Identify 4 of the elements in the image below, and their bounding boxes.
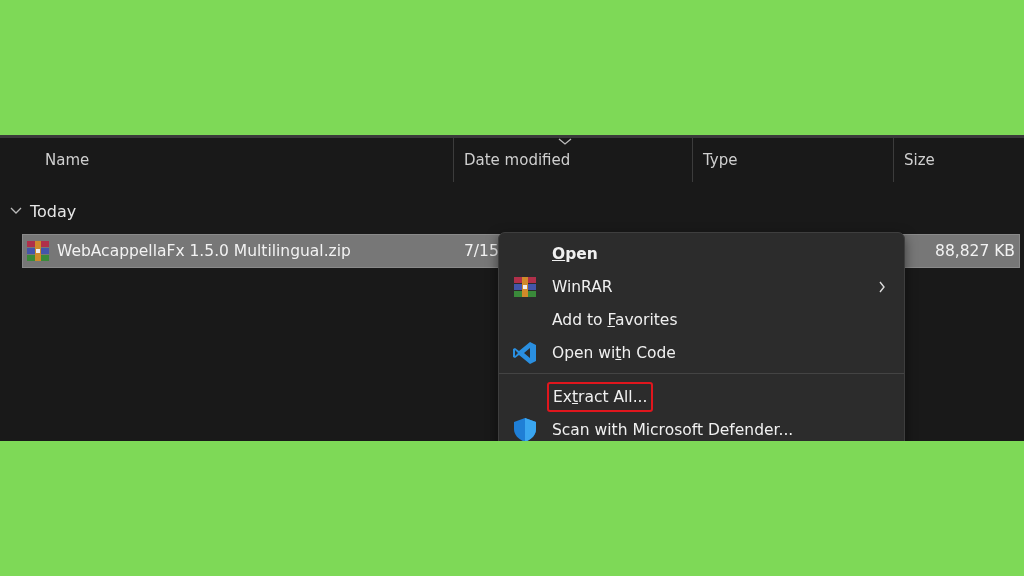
group-label: Today bbox=[30, 201, 77, 221]
file-name: WebAcappellaFx 1.5.0 Multilingual.zip bbox=[57, 242, 351, 260]
file-date: 7/15 bbox=[464, 242, 499, 260]
file-size: 88,827 KB bbox=[935, 242, 1016, 260]
